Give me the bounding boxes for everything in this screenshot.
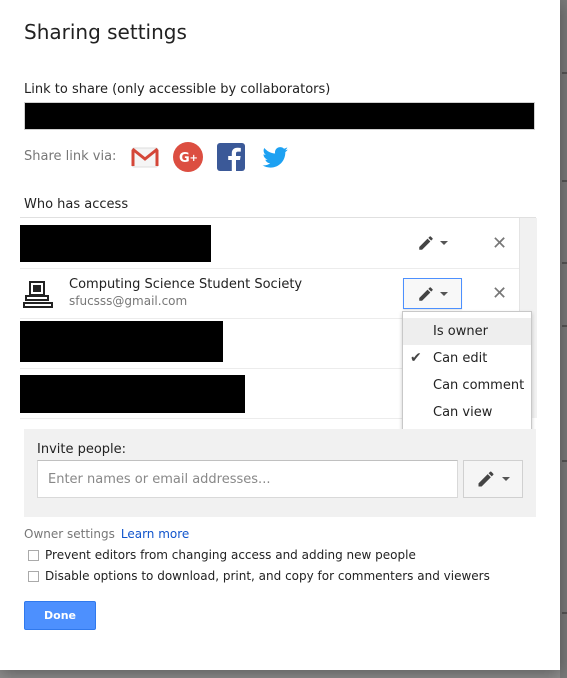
menu-item-can-comment[interactable]: Can comment [403, 372, 531, 399]
pencil-icon [478, 471, 494, 487]
checkmark-icon: ✔ [410, 350, 422, 366]
invite-people-input[interactable] [37, 460, 458, 498]
menu-item-is-owner[interactable]: Is owner [403, 318, 531, 345]
option-prevent-editors: Prevent editors from changing access and… [28, 548, 416, 562]
redacted-collaborator [20, 375, 245, 413]
collaborator-name: Computing Science Student Society [69, 277, 303, 292]
chevron-down-icon [502, 477, 510, 481]
twitter-icon[interactable] [259, 141, 291, 173]
permission-menu: Is owner ✔ Can edit Can comment Can view [402, 311, 532, 432]
pencil-icon [418, 236, 433, 250]
background-mark [562, 72, 567, 74]
invite-panel: Invite people: [24, 429, 536, 517]
learn-more-link[interactable]: Learn more [121, 527, 189, 541]
option-label: Prevent editors from changing access and… [45, 548, 416, 562]
facebook-icon[interactable] [215, 141, 247, 173]
computer-icon [23, 281, 53, 308]
done-button[interactable]: Done [24, 601, 96, 630]
menu-item-label: Can comment [433, 378, 525, 393]
background-mark [562, 262, 567, 264]
owner-settings-label: Owner settings [24, 527, 115, 541]
permission-dropdown-button-active[interactable] [403, 278, 462, 309]
gmail-icon[interactable] [129, 141, 161, 173]
share-link-field[interactable] [24, 102, 535, 130]
option-disable-download: Disable options to download, print, and … [28, 569, 490, 583]
chevron-down-icon [439, 241, 448, 245]
remove-collaborator-button[interactable]: ✕ [492, 285, 507, 303]
sharing-settings-dialog: Sharing settings Link to share (only acc… [0, 0, 560, 670]
background-mark [562, 180, 567, 182]
dialog-title: Sharing settings [24, 20, 187, 44]
who-has-access-label: Who has access [24, 197, 129, 212]
background-mark [562, 612, 567, 614]
permission-dropdown-button[interactable] [403, 228, 461, 258]
menu-item-label: Can view [433, 405, 493, 420]
menu-item-label: Can edit [433, 351, 488, 366]
redacted-collaborator [20, 321, 223, 362]
option-label: Disable options to download, print, and … [45, 569, 490, 583]
chevron-down-icon [440, 291, 448, 296]
owner-settings: Owner settings Learn more [24, 527, 189, 541]
background-mark [562, 460, 567, 462]
invite-people-label: Invite people: [37, 442, 127, 457]
menu-item-can-view[interactable]: Can view [403, 399, 531, 426]
divider [20, 268, 519, 269]
remove-collaborator-button[interactable]: ✕ [492, 235, 507, 253]
menu-item-label: Is owner [433, 324, 488, 339]
menu-item-can-edit[interactable]: ✔ Can edit [403, 345, 531, 372]
divider [20, 217, 536, 218]
background-mark [562, 325, 567, 327]
checkbox[interactable] [28, 549, 39, 561]
link-to-share-label: Link to share (only accessible by collab… [24, 82, 331, 97]
svg-text:+: + [190, 153, 198, 164]
checkbox[interactable] [28, 570, 39, 582]
share-via-label: Share link via: [24, 149, 117, 164]
invite-permission-dropdown[interactable] [463, 460, 523, 498]
google-plus-icon[interactable]: G + [172, 141, 204, 173]
svg-text:G: G [179, 151, 190, 166]
background-page [560, 0, 567, 678]
pencil-icon [419, 286, 433, 301]
collaborator-email: sfucsss@gmail.com [69, 294, 188, 308]
redacted-collaborator [20, 225, 211, 262]
